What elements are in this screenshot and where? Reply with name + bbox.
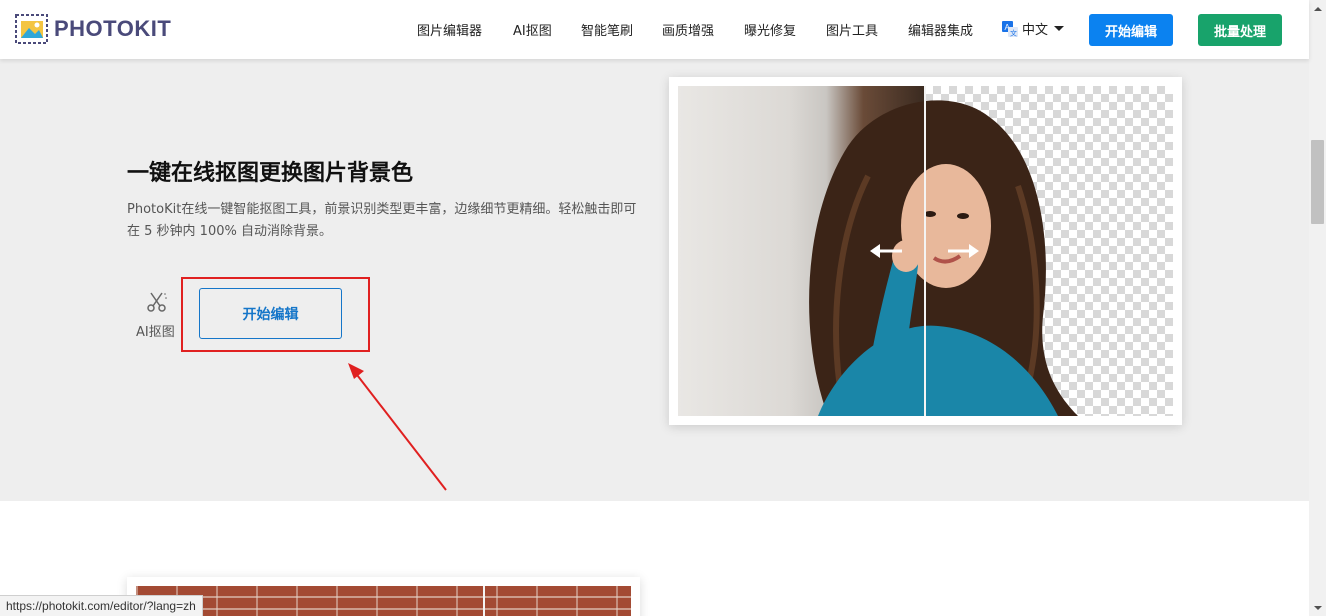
translate-icon: A 文 [1002,20,1018,37]
scissors-icon [145,290,169,314]
comparison-divider-2[interactable] [483,586,485,616]
brick-wall-image [136,586,631,616]
hero-title: 一键在线抠图更换图片背景色 [127,161,414,186]
page: PHOTOKIT 图片编辑器 AI抠图 智能笔刷 画质增强 曝光修复 图片工具 编辑器集成 … [0,0,1326,616]
before-after-preview [669,77,1182,425]
language-selector[interactable]: A 文 中文 [1002,19,1065,38]
nav-item-0[interactable]: 图片编辑器 [417,20,482,39]
highlight-annotation-box [181,277,370,352]
hero-section: 一键在线抠图更换图片背景色 PhotoKit在线一键智能抠图工具，前景识别类型更… [0,59,1309,501]
ai-cutout-label: AI抠图 [136,325,175,340]
chevron-down-icon [1054,26,1065,31]
nav-item-6[interactable]: 编辑器集成 [908,20,973,39]
nav-item-5[interactable]: 图片工具 [826,20,878,39]
svg-text:文: 文 [1010,28,1017,37]
top-navbar: PHOTOKIT 图片编辑器 AI抠图 智能笔刷 画质增强 曝光修复 图片工具 编辑器集成 … [0,0,1309,59]
scroll-down-button[interactable] [1309,599,1326,616]
hero-description: PhotoKit在线一键智能抠图工具，前景识别类型更丰富，边缘细节更精细。轻松触… [127,202,637,239]
nav-item-3[interactable]: 画质增强 [662,20,714,39]
page-scrollbar[interactable] [1309,0,1326,616]
second-preview-card [127,577,640,616]
header-start-edit-button[interactable]: 开始编辑 [1089,14,1173,46]
batch-process-button[interactable]: 批量处理 [1198,14,1282,46]
photokit-logo-icon [15,14,48,44]
logo[interactable]: PHOTOKIT [15,14,171,44]
scroll-thumb[interactable] [1311,140,1324,224]
annotation-arrow [348,363,447,491]
nav-item-1[interactable]: AI抠图 [513,20,552,39]
arrow-up-icon [1313,6,1322,11]
arrow-down-icon [1313,605,1322,610]
nav-item-2[interactable]: 智能笔刷 [581,20,633,39]
nav-item-4[interactable]: 曝光修复 [744,20,796,39]
link-status-bar: https://photokit.com/editor/?lang=zh [0,595,203,616]
slider-arrows [870,244,979,258]
logo-text: PHOTOKIT [54,16,172,41]
scroll-up-button[interactable] [1309,0,1326,17]
cutout-demo-image [678,86,1173,416]
language-label: 中文 [1022,23,1049,38]
